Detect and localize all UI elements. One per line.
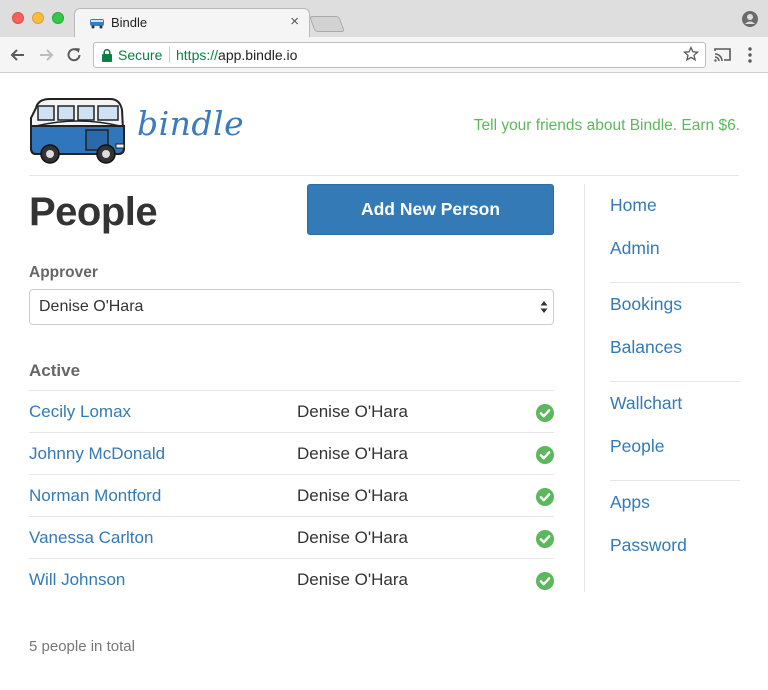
reload-icon[interactable] bbox=[64, 45, 84, 65]
add-new-person-button[interactable]: Add New Person bbox=[307, 184, 554, 235]
page-content: bindle Tell your friends about Bindle. E… bbox=[0, 74, 768, 690]
people-list: Cecily Lomax Denise O'Hara Johnny McDonald… bbox=[29, 390, 554, 600]
table-row: Norman Montford Denise O'Hara bbox=[29, 474, 554, 516]
table-row: Johnny McDonald Denise O'Hara bbox=[29, 432, 554, 474]
page-title: People bbox=[29, 190, 158, 234]
select-arrows-icon bbox=[540, 301, 548, 313]
sidebar-group: Bookings Balances bbox=[610, 283, 740, 382]
more-menu-icon[interactable] bbox=[744, 46, 756, 64]
sidebar-group: Wallchart People bbox=[610, 382, 740, 481]
van-favicon-icon bbox=[90, 19, 104, 29]
window-maximize-button[interactable] bbox=[52, 12, 64, 24]
url-text: https://app.bindle.io bbox=[176, 47, 297, 63]
approver-label: Approver bbox=[29, 264, 98, 281]
people-total-count: 5 people in total bbox=[29, 638, 135, 655]
sidebar-item-balances[interactable]: Balances bbox=[610, 332, 740, 375]
sidebar-item-bookings[interactable]: Bookings bbox=[610, 289, 740, 332]
logo-wordmark[interactable]: bindle bbox=[137, 104, 244, 143]
active-section-heading: Active bbox=[29, 361, 81, 380]
window-minimize-button[interactable] bbox=[32, 12, 44, 24]
van-logo-icon[interactable] bbox=[28, 96, 126, 166]
address-separator bbox=[169, 47, 170, 63]
approver-selected-value: Denise O'Hara bbox=[39, 298, 144, 315]
sidebar-item-wallchart[interactable]: Wallchart bbox=[610, 388, 740, 431]
check-circle-icon bbox=[536, 530, 554, 548]
url-scheme: https:// bbox=[176, 47, 219, 63]
new-tab-button[interactable] bbox=[309, 16, 345, 32]
sidebar-divider bbox=[584, 184, 585, 592]
lock-icon bbox=[102, 49, 112, 62]
person-name-link[interactable]: Johnny McDonald bbox=[29, 444, 165, 464]
header-divider bbox=[29, 175, 739, 176]
table-row: Will Johnson Denise O'Hara bbox=[29, 558, 554, 600]
person-approver: Denise O'Hara bbox=[297, 402, 408, 421]
check-circle-icon bbox=[536, 572, 554, 590]
sidebar-item-home[interactable]: Home bbox=[610, 190, 740, 233]
table-row: Vanessa Carlton Denise O'Hara bbox=[29, 516, 554, 558]
sidebar-item-password[interactable]: Password bbox=[610, 530, 740, 573]
check-circle-icon bbox=[536, 488, 554, 506]
person-name-link[interactable]: Cecily Lomax bbox=[29, 402, 131, 422]
forward-arrow-icon[interactable] bbox=[36, 45, 56, 65]
check-circle-icon bbox=[536, 404, 554, 422]
browser-tab-bar: Bindle × bbox=[0, 0, 768, 38]
browser-toolbar: Secure https://app.bindle.io bbox=[0, 37, 768, 73]
tab-close-icon[interactable]: × bbox=[290, 13, 299, 30]
browser-tab-bindle[interactable]: Bindle × bbox=[74, 8, 310, 38]
address-bar[interactable]: Secure https://app.bindle.io bbox=[93, 42, 706, 68]
tab-title: Bindle bbox=[111, 15, 148, 30]
sidebar-group: Apps Password bbox=[610, 481, 740, 579]
referral-link[interactable]: Tell your friends about Bindle. Earn $6. bbox=[474, 117, 740, 135]
check-circle-icon bbox=[536, 446, 554, 464]
table-row: Cecily Lomax Denise O'Hara bbox=[29, 390, 554, 432]
person-approver: Denise O'Hara bbox=[297, 444, 408, 463]
person-name-link[interactable]: Will Johnson bbox=[29, 570, 125, 590]
back-arrow-icon[interactable] bbox=[8, 45, 28, 65]
approver-select[interactable]: Denise O'Hara bbox=[29, 289, 554, 325]
sidebar-group: Home Admin bbox=[610, 184, 740, 283]
secure-label: Secure bbox=[118, 47, 163, 63]
profile-icon[interactable] bbox=[742, 11, 758, 27]
cast-icon[interactable] bbox=[714, 47, 731, 62]
person-approver: Denise O'Hara bbox=[297, 570, 408, 589]
person-approver: Denise O'Hara bbox=[297, 528, 408, 547]
sidebar-item-admin[interactable]: Admin bbox=[610, 233, 740, 276]
sidebar-nav: Home Admin Bookings Balances Wallchart People… bbox=[610, 184, 740, 579]
bookmark-star-icon[interactable] bbox=[683, 46, 699, 62]
sidebar-item-apps[interactable]: Apps bbox=[610, 487, 740, 530]
person-name-link[interactable]: Norman Montford bbox=[29, 486, 161, 506]
window-close-button[interactable] bbox=[12, 12, 24, 24]
sidebar-item-people[interactable]: People bbox=[610, 431, 740, 474]
url-host: app.bindle.io bbox=[218, 47, 298, 63]
person-name-link[interactable]: Vanessa Carlton bbox=[29, 528, 153, 548]
person-approver: Denise O'Hara bbox=[297, 486, 408, 505]
